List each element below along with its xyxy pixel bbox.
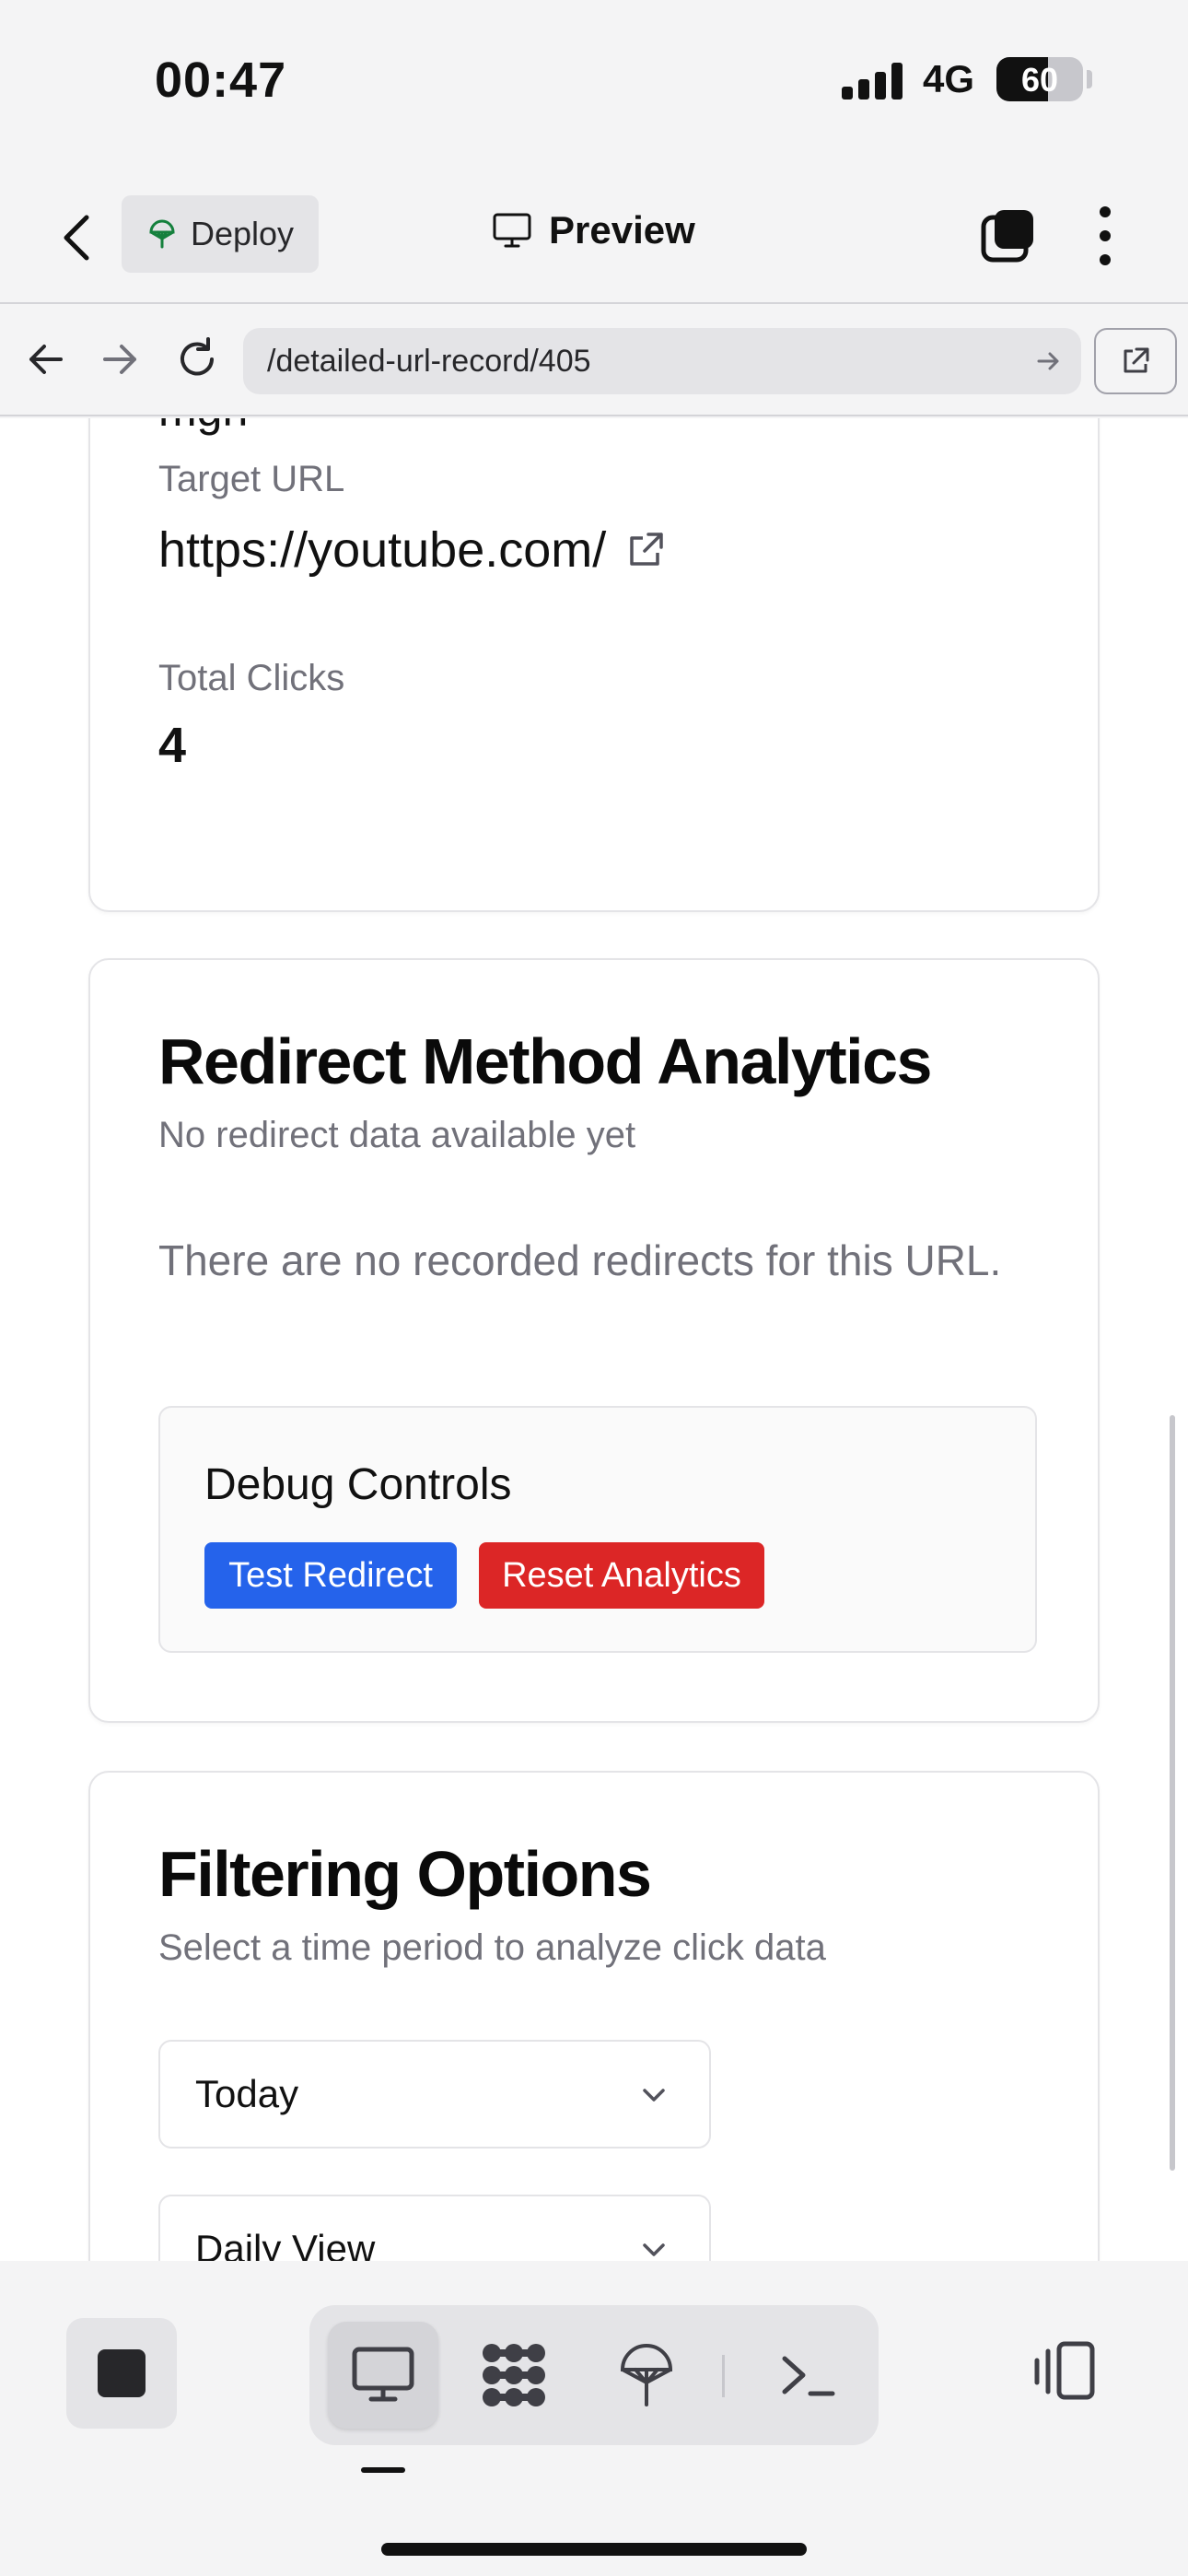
arrow-right-icon xyxy=(103,345,136,374)
preview-label: Preview xyxy=(549,208,695,252)
deploy-button[interactable]: Deploy xyxy=(122,195,319,273)
side-panel-button[interactable] xyxy=(1031,2338,1098,2405)
view-mode-select[interactable]: Daily View xyxy=(158,2195,711,2261)
browser-forward-button[interactable] xyxy=(94,334,146,385)
more-menu-icon[interactable] xyxy=(1096,206,1114,265)
open-external-button[interactable] xyxy=(1094,328,1177,394)
home-indicator xyxy=(381,2543,807,2556)
target-url-link[interactable]: https://youtube.com/ xyxy=(158,521,606,579)
back-button[interactable] xyxy=(55,210,99,265)
preview-tab[interactable]: Preview xyxy=(492,208,695,252)
deploy-icon xyxy=(620,2344,673,2406)
browser-back-button[interactable] xyxy=(20,334,72,385)
chevron-down-icon xyxy=(643,2089,665,2102)
reload-icon xyxy=(181,337,214,376)
desktop-icon xyxy=(352,2347,414,2402)
toolbar-divider xyxy=(722,2355,725,2397)
deploy-icon xyxy=(149,219,175,249)
page-content: mgh Target URL https://youtube.com/ Tota… xyxy=(0,418,1188,2261)
stop-button[interactable] xyxy=(66,2318,177,2429)
status-bar: 00:47 4G 60 xyxy=(0,0,1188,175)
url-text: /detailed-url-record/405 xyxy=(267,343,591,379)
reload-button[interactable] xyxy=(171,334,223,385)
apps-icon xyxy=(483,2344,545,2406)
tool-switcher xyxy=(309,2305,879,2445)
total-clicks-label: Total Clicks xyxy=(158,658,345,698)
deploy-label: Deploy xyxy=(190,215,295,252)
go-arrow-icon[interactable] xyxy=(1031,345,1065,378)
filtering-options-card: Filtering Options Select a time period t… xyxy=(88,1771,1100,2261)
battery-percent: 60 xyxy=(1020,61,1059,99)
url-input[interactable]: /detailed-url-record/405 xyxy=(243,328,1081,394)
external-link-icon xyxy=(1124,347,1149,373)
monitor-icon xyxy=(493,213,531,248)
time-period-value: Today xyxy=(195,2072,299,2115)
terminal-tool-button[interactable] xyxy=(753,2322,864,2429)
desktop-tool-button[interactable] xyxy=(328,2322,438,2429)
browser-bar: /detailed-url-record/405 xyxy=(0,306,1188,416)
arrow-left-icon xyxy=(29,345,63,374)
view-mode-value: Daily View xyxy=(195,2227,376,2261)
empty-state-message: There are no recorded redirects for this… xyxy=(158,1236,1002,1284)
active-tool-indicator xyxy=(361,2467,405,2473)
filtering-options-subtitle: Select a time period to analyze click da… xyxy=(158,1927,826,1968)
app-header: Deploy Preview xyxy=(0,175,1188,304)
debug-controls-title: Debug Controls xyxy=(204,1460,512,1509)
total-clicks-value: 4 xyxy=(158,718,187,773)
tabs-button[interactable] xyxy=(978,206,1037,265)
chevron-left-icon xyxy=(64,215,89,261)
target-url-value[interactable]: https://youtube.com/ xyxy=(158,521,667,579)
signal-icon xyxy=(842,61,906,100)
stop-icon xyxy=(98,2349,146,2397)
status-time: 00:47 xyxy=(155,53,287,108)
apps-tool-button[interactable] xyxy=(459,2322,569,2429)
time-period-select[interactable]: Today xyxy=(158,2040,711,2149)
redirect-analytics-title: Redirect Method Analytics xyxy=(158,1025,932,1097)
terminal-icon xyxy=(782,2356,835,2396)
reset-analytics-button[interactable]: Reset Analytics xyxy=(479,1542,764,1609)
battery-tip xyxy=(1087,70,1092,88)
network-type: 4G xyxy=(923,57,975,100)
tabs-icon xyxy=(981,210,1033,263)
partial-value: mgh xyxy=(158,418,248,437)
redirect-analytics-subtitle: No redirect data available yet xyxy=(158,1115,636,1155)
url-details-card: mgh Target URL https://youtube.com/ Tota… xyxy=(88,418,1100,912)
battery-icon: 60 xyxy=(996,57,1083,101)
redirect-analytics-card: Redirect Method Analytics No redirect da… xyxy=(88,958,1100,1723)
target-url-label: Target URL xyxy=(158,459,345,499)
scrollbar[interactable] xyxy=(1170,1415,1175,2171)
bottom-toolbar xyxy=(0,2261,1188,2576)
external-link-icon[interactable] xyxy=(624,529,667,571)
test-redirect-button[interactable]: Test Redirect xyxy=(204,1542,457,1609)
side-panel-icon xyxy=(1034,2341,1095,2400)
filtering-options-title: Filtering Options xyxy=(158,1838,652,1910)
chevron-down-icon xyxy=(643,2243,665,2256)
debug-controls-panel: Debug Controls Test Redirect Reset Analy… xyxy=(158,1406,1037,1653)
deploy-tool-button[interactable] xyxy=(591,2322,702,2429)
